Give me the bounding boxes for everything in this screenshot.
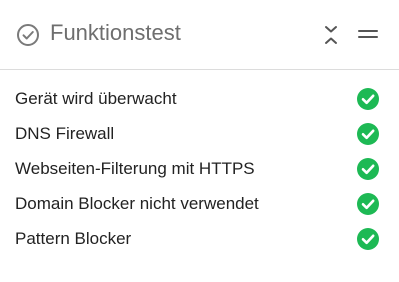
list-item: Gerät wird überwacht xyxy=(0,88,399,123)
green-check-icon xyxy=(357,88,379,110)
widget-title: Funktionstest xyxy=(50,20,181,45)
green-check-icon xyxy=(357,193,379,215)
list-item: Pattern Blocker xyxy=(0,228,399,263)
item-label: Pattern Blocker xyxy=(15,229,132,248)
circle-check-icon xyxy=(17,24,39,46)
item-label: Domain Blocker nicht verwendet xyxy=(15,194,259,213)
widget-header: Funktionstest xyxy=(0,0,399,70)
list-item: DNS Firewall xyxy=(0,123,399,158)
collapse-arrows-icon[interactable] xyxy=(323,24,339,46)
item-label: Gerät wird überwacht xyxy=(15,89,177,108)
list-item: Domain Blocker nicht verwendet xyxy=(0,193,399,228)
green-check-icon xyxy=(357,228,379,250)
function-test-widget: Funktionstest Gerät wird überwacht DNS F… xyxy=(0,0,399,282)
list-item: Webseiten-Filterung mit HTTPS xyxy=(0,158,399,193)
item-label: Webseiten-Filterung mit HTTPS xyxy=(15,159,255,178)
menu-icon[interactable] xyxy=(358,27,378,41)
green-check-icon xyxy=(357,158,379,180)
item-label: DNS Firewall xyxy=(15,124,115,143)
green-check-icon xyxy=(357,123,379,145)
